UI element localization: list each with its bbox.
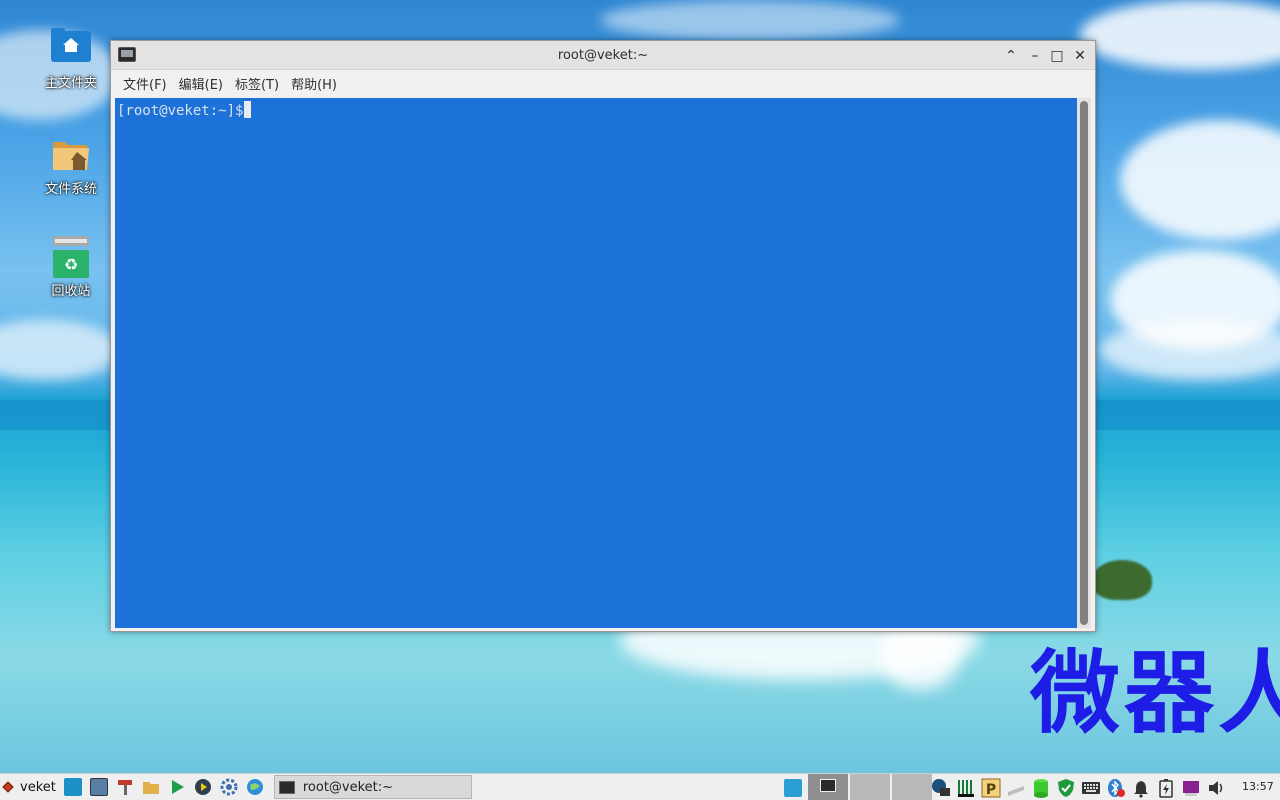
signal-icon[interactable] (956, 778, 976, 798)
filesystem-icon (51, 134, 91, 174)
bluetooth-icon[interactable] (1106, 778, 1126, 798)
clock[interactable]: 13:57 (1242, 780, 1274, 793)
text-cursor (244, 101, 252, 118)
menu-help[interactable]: 帮助(H) (285, 74, 343, 93)
menu-bar: 文件(F) 编辑(E) 标签(T) 帮助(H) (111, 70, 1095, 96)
desktop-icon-filesystem[interactable]: 文件系统 (30, 134, 112, 197)
database-icon[interactable] (1031, 778, 1051, 798)
terminal-output[interactable]: [root@veket:~]$ (115, 98, 1077, 628)
settings-icon[interactable] (220, 778, 238, 796)
scrollbar[interactable] (1077, 98, 1091, 628)
parking-icon[interactable]: P (981, 778, 1001, 798)
volume-icon[interactable] (1206, 778, 1226, 798)
menu-file[interactable]: 文件(F) (117, 74, 173, 93)
svg-text:♻: ♻ (64, 255, 78, 274)
taskbar-window-terminal[interactable]: root@veket:~ (273, 775, 472, 799)
workspace-3[interactable] (892, 774, 932, 800)
desktop-icon-label: 回收站 (51, 284, 91, 299)
maximize-button[interactable]: □ (1047, 46, 1067, 66)
keyboard-icon[interactable] (1081, 778, 1101, 798)
shade-button[interactable]: ⌃ (1001, 46, 1021, 66)
taskbar: veket root@veket:~ P 13:57 (0, 773, 1280, 800)
bell-icon[interactable] (1131, 778, 1151, 798)
task-label: root@veket:~ (302, 779, 394, 795)
start-logo-icon (2, 781, 14, 793)
home-folder-icon (51, 28, 91, 68)
shield-icon[interactable] (1056, 778, 1076, 798)
minimize-button[interactable]: – (1025, 46, 1045, 66)
pager-icon[interactable] (784, 778, 802, 797)
workspace-switcher (780, 774, 932, 800)
close-button[interactable]: ✕ (1070, 46, 1090, 66)
battery-icon[interactable] (1156, 778, 1176, 798)
terminal-window[interactable]: root@veket:~ ⌃ – □ ✕ 文件(F) 编辑(E) 标签(T) 帮… (110, 40, 1096, 632)
desktop-icon-home[interactable]: 主文件夹 (30, 28, 112, 91)
start-menu-button[interactable]: veket (0, 774, 60, 800)
image-viewer-icon[interactable] (89, 778, 108, 796)
file-manager-icon[interactable] (142, 778, 160, 796)
start-label: veket (20, 779, 56, 795)
network-icon[interactable] (931, 778, 951, 798)
terminal-icon (278, 780, 295, 794)
app-icon[interactable] (1181, 778, 1201, 798)
window-title: root@veket:~ (557, 48, 649, 63)
tools-icon[interactable] (116, 778, 134, 796)
menu-edit[interactable]: 编辑(E) (173, 74, 229, 93)
menu-tabs[interactable]: 标签(T) (229, 74, 285, 93)
play-icon[interactable] (168, 778, 186, 796)
trash-icon: ♻ (51, 236, 91, 278)
desktop-icon-trash[interactable]: ♻ 回收站 (30, 236, 112, 299)
system-tray: P (928, 774, 1228, 800)
usb-icon[interactable] (1006, 778, 1026, 798)
svg-text:P: P (985, 782, 995, 798)
desktop-icon-label: 主文件夹 (44, 76, 97, 91)
scrollbar-thumb[interactable] (1080, 101, 1088, 625)
show-desktop-icon[interactable] (63, 778, 82, 796)
media-icon[interactable] (194, 778, 212, 796)
terminal-prompt: [root@veket:~]$ (117, 101, 252, 119)
workspace-2[interactable] (850, 774, 890, 800)
desktop-icon-label: 文件系统 (44, 182, 97, 197)
browser-icon[interactable] (246, 778, 264, 796)
workspace-1[interactable] (808, 774, 848, 800)
titlebar[interactable]: root@veket:~ ⌃ – □ ✕ (111, 41, 1095, 70)
prompt-text: [root@veket:~]$ (117, 103, 244, 119)
desktop-watermark: 微器人 (1030, 641, 1280, 746)
